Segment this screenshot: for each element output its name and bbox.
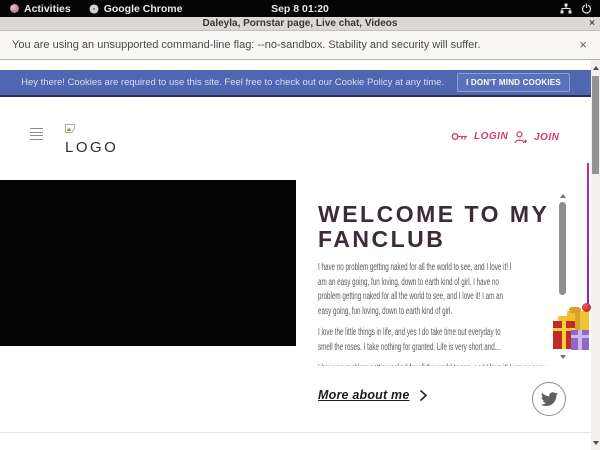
key-icon	[451, 131, 468, 142]
more-about-me-link[interactable]: More about me	[318, 388, 428, 402]
hamburger-menu-icon[interactable]	[30, 128, 43, 140]
flag-warning-bar: You are using an unsupported command-lin…	[0, 31, 600, 60]
power-icon[interactable]	[581, 3, 592, 14]
gift-ribbon-line	[587, 163, 589, 309]
desktop-top-bar: Activities Google Chrome Sep 8 01:20	[0, 0, 600, 17]
twitter-icon	[541, 392, 558, 406]
about-section: WELCOME TO MY FANCLUB I have no problem …	[318, 196, 560, 366]
about-paragraph: I have no problem getting naked for all …	[318, 362, 560, 366]
page-viewport: Hey there! Cookies are required to use t…	[0, 60, 600, 450]
chrome-icon	[89, 4, 99, 14]
window-close-icon[interactable]: ×	[589, 17, 595, 30]
user-plus-icon	[514, 131, 528, 144]
about-scrollbar-down-icon[interactable]	[560, 355, 566, 359]
about-title: WELCOME TO MY FANCLUB	[318, 202, 560, 252]
window-title: Daleyla, Pornstar page, Live chat, Video…	[203, 18, 398, 29]
window-scrollbar[interactable]	[591, 60, 600, 450]
accept-cookies-button[interactable]: I DON'T MIND COOKIES	[457, 73, 570, 92]
login-button[interactable]: LOGIN	[451, 131, 508, 142]
app-menu-button[interactable]: Google Chrome	[89, 3, 183, 15]
join-label: JOIN	[534, 132, 559, 143]
gifts-icon[interactable]	[553, 303, 593, 350]
network-icon[interactable]	[560, 3, 572, 14]
window-title-bar: Daleyla, Pornstar page, Live chat, Video…	[0, 17, 600, 31]
scrollbar-thumb[interactable]	[592, 76, 599, 174]
infobar-close-icon[interactable]: ×	[579, 38, 587, 52]
activities-label: Activities	[24, 3, 71, 15]
scrollbar-down-icon[interactable]	[591, 436, 600, 449]
site-logo[interactable]: LOGO	[65, 120, 118, 156]
video-player[interactable]	[0, 180, 296, 346]
about-scrollbar-up-icon[interactable]	[560, 194, 566, 198]
flag-warning-text: You are using an unsupported command-lin…	[12, 39, 480, 51]
cookie-message: Hey there! Cookies are required to use t…	[21, 77, 444, 88]
login-label: LOGIN	[474, 131, 508, 142]
activities-indicator-icon	[10, 4, 19, 13]
about-paragraph: I love the little things in life, and ye…	[318, 326, 560, 355]
broken-image-icon	[65, 124, 75, 133]
app-menu-label: Google Chrome	[104, 3, 183, 15]
join-button[interactable]: JOIN	[514, 131, 559, 144]
about-scrollbar-thumb[interactable]	[559, 202, 566, 295]
section-divider	[0, 432, 591, 433]
scrollbar-up-icon[interactable]	[591, 61, 600, 74]
more-about-me-label: More about me	[318, 388, 410, 402]
gift-box-purple	[571, 330, 589, 350]
gift-ornament	[582, 303, 591, 312]
chevron-right-icon	[419, 389, 428, 402]
cookie-banner: Hey there! Cookies are required to use t…	[0, 70, 591, 97]
about-paragraph: I have no problem getting naked for all …	[318, 261, 560, 319]
twitter-button[interactable]	[532, 382, 566, 416]
activities-button[interactable]: Activities	[10, 3, 71, 15]
screen: Activities Google Chrome Sep 8 01:20	[0, 0, 600, 450]
site-logo-label: LOGO	[65, 139, 118, 156]
